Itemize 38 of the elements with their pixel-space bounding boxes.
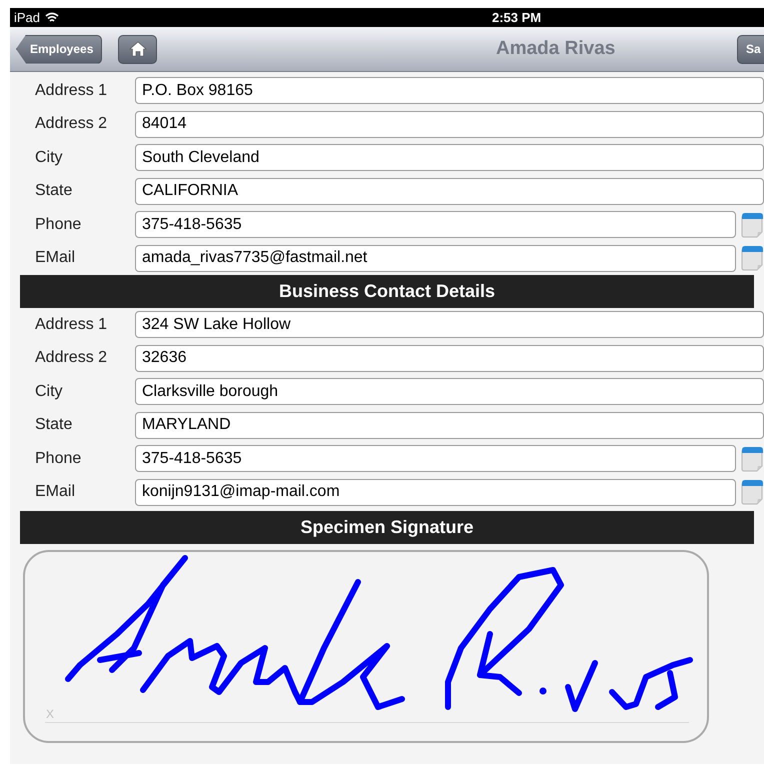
field-label: State — [35, 181, 74, 202]
input-field[interactable]: 375-418-5635 — [135, 445, 736, 472]
input-field[interactable]: CALIFORNIA — [135, 178, 764, 205]
save-button[interactable]: Sa — [737, 34, 764, 64]
input-field[interactable]: 324 SW Lake Hollow — [135, 311, 764, 338]
input-field[interactable]: Clarksville borough — [135, 378, 764, 406]
back-button[interactable]: Employees — [16, 34, 102, 64]
field-label: EMail — [35, 482, 76, 502]
input-field[interactable]: konijn9131@imap-mail.com — [135, 478, 736, 506]
note-icon[interactable] — [740, 245, 764, 272]
input-field[interactable]: 84014 — [135, 110, 764, 138]
input-field[interactable]: P.O. Box 98165 — [135, 77, 764, 104]
wifi-icon — [45, 12, 60, 23]
section-header: Business Contact Details — [20, 275, 754, 308]
home-icon — [128, 41, 147, 57]
status-time: 2:53 PM — [492, 8, 542, 27]
page-title: Amada Rivas — [496, 36, 616, 61]
field-label: Address 1 — [35, 314, 108, 335]
field-label: EMail — [35, 248, 76, 268]
field-label: Address 1 — [35, 80, 108, 101]
note-icon[interactable] — [740, 446, 764, 472]
input-field[interactable]: South Cleveland — [135, 144, 764, 172]
section-header: Specimen Signature — [20, 511, 754, 544]
field-label: Address 2 — [35, 348, 108, 368]
note-icon[interactable] — [740, 479, 764, 506]
input-field[interactable]: 375-418-5635 — [135, 211, 736, 238]
note-icon[interactable] — [740, 212, 764, 238]
field-label: Phone — [35, 214, 82, 235]
field-label: Address 2 — [35, 114, 108, 134]
input-field[interactable]: MARYLAND — [135, 412, 764, 439]
input-field[interactable]: 32636 — [135, 344, 764, 372]
input-field[interactable]: amada_rivas7735@fastmail.net — [135, 244, 736, 272]
field-label: Phone — [35, 448, 82, 469]
field-label: City — [35, 148, 64, 168]
device-name: iPad — [14, 8, 40, 27]
home-button[interactable] — [118, 34, 158, 64]
field-label: State — [35, 415, 74, 436]
field-label: City — [35, 382, 64, 402]
